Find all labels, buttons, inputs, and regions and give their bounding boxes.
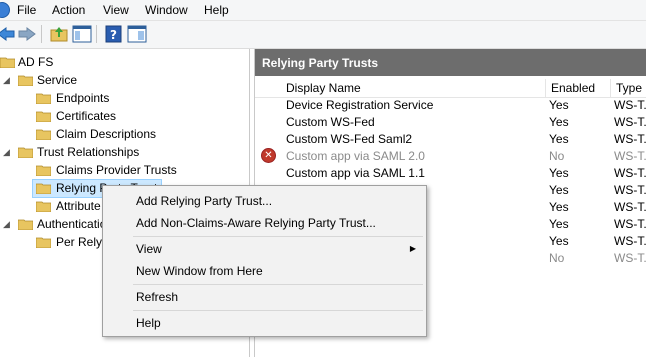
tree-label: Authenticatio [37, 217, 107, 231]
cell-enabled: Yes [549, 132, 569, 146]
cell-type: WS-T... [614, 115, 646, 129]
menu-separator [133, 284, 423, 285]
expand-arrow-icon[interactable]: ◢ [3, 147, 10, 158]
folder-icon [36, 93, 51, 104]
cell-type: WS-T... [614, 234, 646, 248]
tree-label: AD FS [18, 55, 54, 69]
back-icon[interactable] [0, 25, 16, 43]
submenu-arrow-icon: ▶ [409, 244, 416, 253]
cell-type: WS-T... [614, 149, 646, 163]
menu-file[interactable]: File [17, 3, 36, 17]
toolbar-separator [96, 25, 97, 43]
folder-icon [36, 201, 51, 212]
cell-type: WS-T... [614, 132, 646, 146]
tree-item-service[interactable]: ◢ Service [0, 72, 240, 90]
cell-display-name: Custom WS-Fed [286, 115, 375, 129]
cell-type: WS-T... [614, 98, 646, 112]
folder-icon [36, 165, 51, 176]
cell-enabled: Yes [549, 98, 569, 112]
menu-help[interactable]: Help [204, 3, 229, 17]
menu-item-view[interactable]: View [136, 242, 162, 256]
up-folder-icon[interactable] [49, 25, 69, 43]
cell-type: WS-T... [614, 200, 646, 214]
folder-icon [18, 75, 33, 86]
menu-window[interactable]: Window [145, 3, 188, 17]
table-row[interactable]: Device Registration Service Yes WS-T... [255, 97, 646, 114]
table-row[interactable]: Custom WS-Fed Saml2 Yes WS-T... [255, 131, 646, 148]
tree-label: Endpoints [56, 91, 110, 105]
cell-type: WS-T... [614, 217, 646, 231]
menu-action[interactable]: Action [52, 3, 85, 17]
menu-item-add-relying-party-trust[interactable]: Add Relying Party Trust... [136, 194, 272, 208]
context-menu: Add Relying Party Trust... Add Non-Claim… [102, 185, 427, 337]
folder-icon [36, 183, 51, 194]
folder-icon [36, 237, 51, 248]
cell-display-name: Device Registration Service [286, 98, 434, 112]
folder-icon [36, 129, 51, 140]
tree-item-certificates[interactable]: Certificates [0, 108, 240, 126]
cell-enabled: Yes [549, 166, 569, 180]
menu-item-add-non-claims-aware-trust[interactable]: Add Non-Claims-Aware Relying Party Trust… [136, 216, 376, 230]
cell-enabled: No [549, 149, 565, 163]
cell-enabled: Yes [549, 115, 569, 129]
cell-type: WS-T... [614, 251, 646, 265]
forward-icon[interactable] [17, 25, 37, 43]
svg-text:?: ? [110, 28, 117, 42]
tree-item-ad-fs[interactable]: AD FS [0, 54, 240, 72]
folder-icon [0, 57, 15, 68]
tree-label: Service [37, 73, 78, 87]
tree-label: Trust Relationships [37, 145, 140, 159]
cell-type: WS-T... [614, 183, 646, 197]
cell-enabled: Yes [549, 234, 569, 248]
app-icon [0, 2, 10, 18]
toolbar: ? [0, 21, 646, 49]
menu-separator [133, 310, 423, 311]
tree-label: Claim Descriptions [56, 127, 157, 141]
table-row[interactable]: Custom app via SAML 1.1 Yes WS-T... [255, 165, 646, 182]
pane-title: Relying Party Trusts [255, 49, 646, 76]
toolbar-separator [41, 25, 42, 43]
show-hide-tree-icon[interactable] [72, 25, 92, 43]
menu-view[interactable]: View [103, 3, 129, 17]
disabled-error-icon: ✕ [261, 148, 276, 163]
tree-label: Attribute [56, 199, 101, 213]
cell-display-name: Custom WS-Fed Saml2 [286, 132, 413, 146]
help-icon[interactable]: ? [104, 25, 124, 43]
cell-enabled: Yes [549, 217, 569, 231]
expand-arrow-icon[interactable]: ◢ [3, 219, 10, 230]
tree-label: Claims Provider Trusts [56, 163, 177, 177]
folder-icon [18, 147, 33, 158]
table-row[interactable]: ✕ Custom app via SAML 2.0 No WS-T... [255, 148, 646, 165]
folder-icon [18, 219, 33, 230]
cell-type: WS-T... [614, 166, 646, 180]
menu-item-new-window[interactable]: New Window from Here [136, 264, 263, 278]
column-header-enabled[interactable]: Enabled [546, 79, 611, 97]
cell-display-name: Custom app via SAML 2.0 [286, 149, 425, 163]
menu-item-refresh[interactable]: Refresh [136, 290, 178, 304]
table-row[interactable]: Custom WS-Fed Yes WS-T... [255, 114, 646, 131]
cell-enabled: Yes [549, 183, 569, 197]
menu-item-help[interactable]: Help [136, 316, 161, 330]
properties-icon[interactable] [127, 25, 147, 43]
tree-label: Certificates [56, 109, 117, 123]
tree-item-trust-relationships[interactable]: ◢ Trust Relationships [0, 144, 240, 162]
tree-label: Per Relyi [56, 235, 105, 249]
cell-enabled: No [549, 251, 565, 265]
column-header-display-name[interactable]: Display Name [281, 79, 546, 97]
menu-separator [133, 236, 423, 237]
tree-item-claims-provider-trusts[interactable]: Claims Provider Trusts [0, 162, 240, 180]
cell-enabled: Yes [549, 200, 569, 214]
cell-display-name: Custom app via SAML 1.1 [286, 166, 425, 180]
menu-bar: File Action View Window Help [0, 0, 646, 21]
column-header-type[interactable]: Type [611, 79, 646, 97]
folder-icon [36, 111, 51, 122]
tree-item-claim-descriptions[interactable]: Claim Descriptions [0, 126, 240, 144]
expand-arrow-icon[interactable]: ◢ [3, 75, 10, 86]
tree-item-endpoints[interactable]: Endpoints [0, 90, 240, 108]
